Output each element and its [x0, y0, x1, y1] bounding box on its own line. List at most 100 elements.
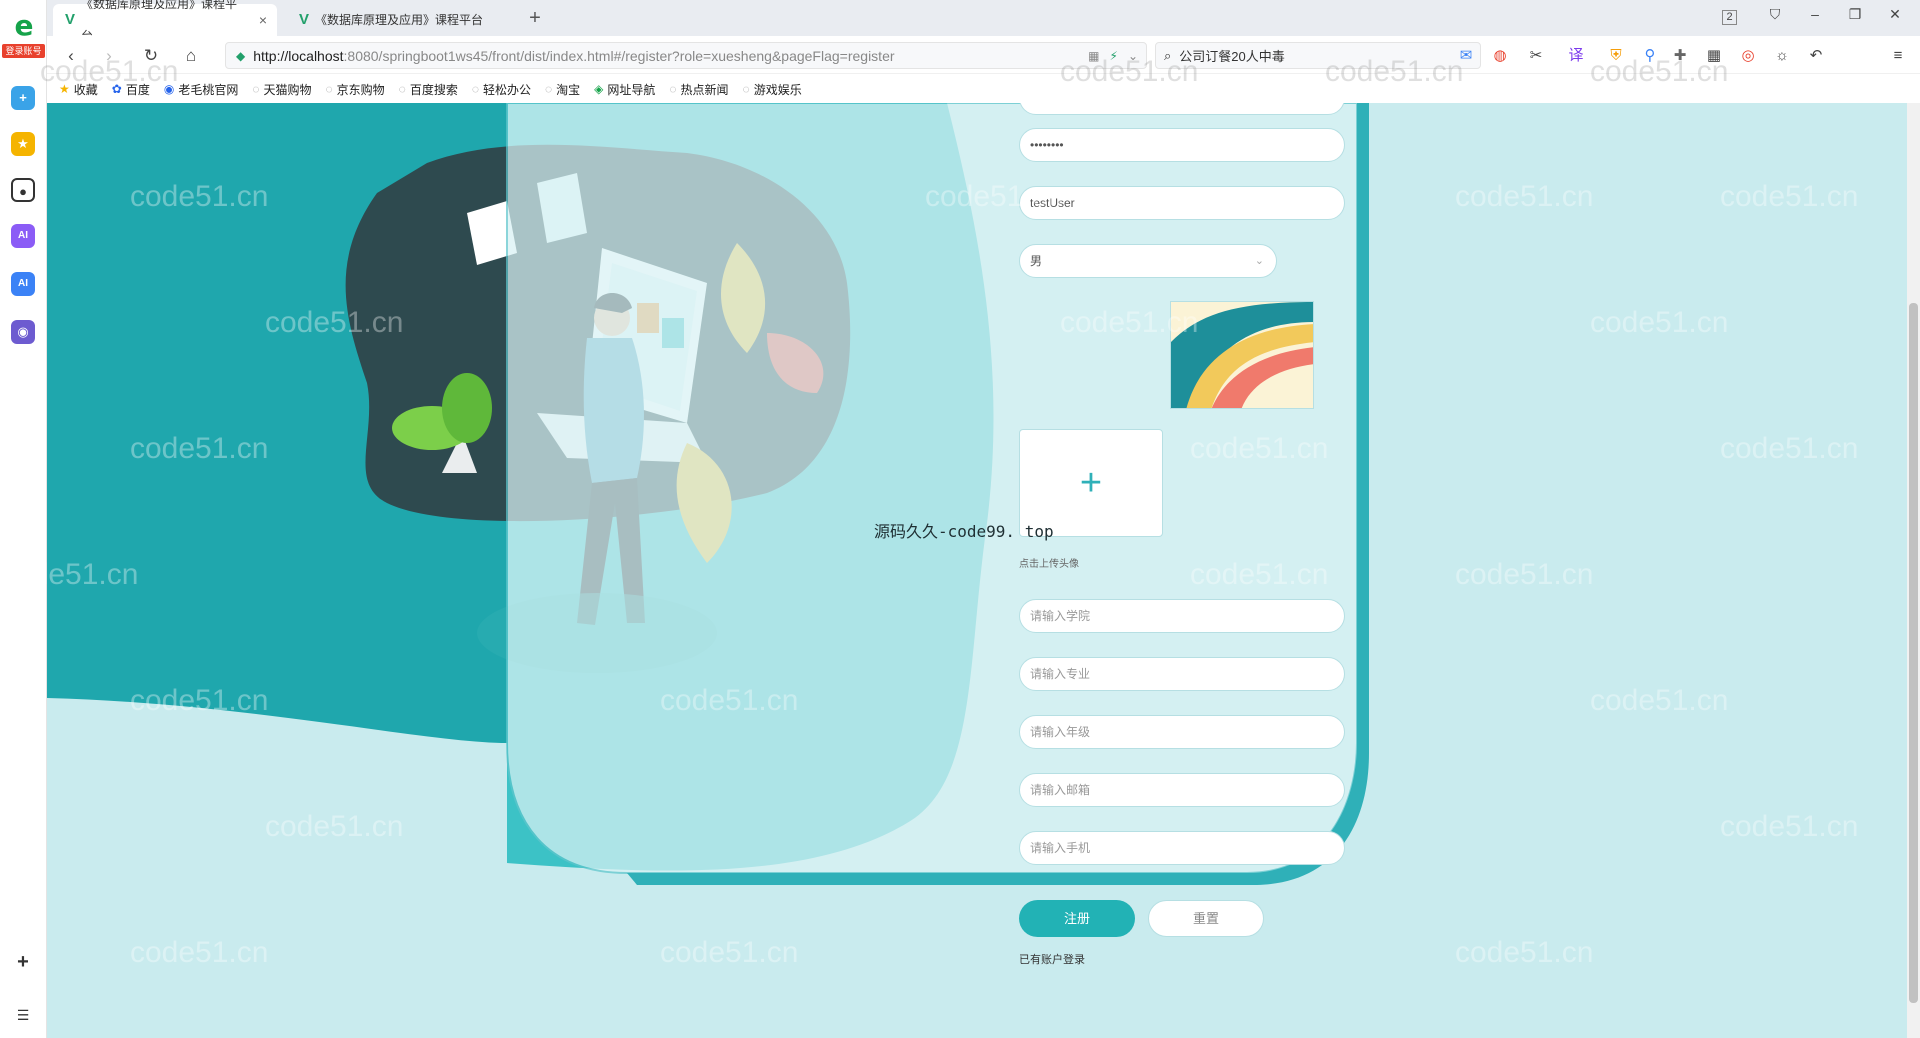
baidu-paw-icon: ✿	[111, 82, 122, 96]
tab-course-platform[interactable]: V 《数据库原理及应用》课程平台	[287, 4, 513, 36]
new-tab-button[interactable]: +	[521, 4, 549, 32]
bookmark-label: 百度搜索	[409, 82, 458, 97]
url-path: :8080/springboot1ws45/front/dist/index.h…	[343, 47, 895, 64]
search-icon: ⌕	[1164, 47, 1172, 63]
brightness-icon[interactable]: ☼	[1771, 45, 1793, 67]
bookmark-item[interactable]: ◌ 京东购物	[326, 81, 385, 98]
bookmark-label: 收藏	[73, 82, 98, 97]
register-button[interactable]: 注册	[1019, 900, 1135, 937]
plant-leaves-left-2	[442, 373, 492, 443]
sidebar-menu-icon[interactable]: ☰	[11, 1003, 35, 1027]
undo-icon[interactable]: ↶	[1805, 45, 1827, 67]
forward-icon[interactable]: ›	[97, 44, 121, 68]
window-counter[interactable]: 2	[1722, 10, 1737, 25]
browser-logo-icon: e	[14, 9, 34, 42]
magnifier-icon[interactable]: ⚲	[1639, 45, 1661, 67]
address-bar[interactable]: ◆ http://localhost:8080/springboot1ws45/…	[225, 42, 1147, 69]
name-field[interactable]: testUser	[1019, 186, 1345, 220]
shirt-skin-icon[interactable]: ⛉	[1761, 6, 1789, 23]
bookmark-label: 热点新闻	[680, 82, 729, 97]
page-scrollbar[interactable]	[1907, 103, 1920, 1038]
globe-icon: ◌	[398, 82, 406, 96]
tab-course-platform-active[interactable]: V 《数据库原理及应用》课程平台 ×	[53, 0, 277, 43]
login-link[interactable]: 已有账户登录	[1019, 951, 1085, 967]
bookmark-label: 天猫购物	[263, 82, 312, 97]
reset-button[interactable]: 重置	[1148, 900, 1264, 937]
restore-icon[interactable]: ❐	[1841, 6, 1869, 23]
add-sidebar-item-icon[interactable]: +	[11, 950, 35, 974]
vue-logo-icon: V	[65, 11, 76, 28]
phone-input[interactable]: 请输入手机	[1019, 831, 1345, 865]
bookmark-item[interactable]: ★ 收藏	[59, 81, 98, 98]
bookmark-label: 淘宝	[556, 82, 581, 97]
close-tab-icon[interactable]: ×	[259, 4, 267, 36]
reload-icon[interactable]: ↻	[139, 44, 163, 68]
scissors-icon[interactable]: ✂	[1525, 45, 1547, 67]
dropdown-chevron-icon[interactable]: ⌄	[1128, 49, 1138, 63]
home-icon[interactable]: ⌂	[179, 44, 203, 68]
avatar-image	[1171, 302, 1313, 408]
bookmark-item[interactable]: ◉ 老毛桃官网	[164, 81, 239, 98]
bookmark-label: 轻松办公	[482, 82, 531, 97]
search-box[interactable]: ⌕ 公司订餐20人中毒	[1155, 42, 1481, 69]
page-viewport: •••••••• testUser 男 ⌄ + 点击上传头像 请输入学院 请输入…	[47, 103, 1907, 1038]
close-window-icon[interactable]: ✕	[1881, 6, 1909, 23]
weibo-icon[interactable]: ◍	[1489, 45, 1511, 67]
gender-value: 男	[1030, 254, 1043, 268]
login-account-badge[interactable]: 登录账号	[2, 44, 45, 58]
nav-compass-icon: ◈	[594, 82, 604, 96]
bookmark-label: 网址导航	[607, 82, 656, 97]
globe-icon: ◌	[742, 82, 750, 96]
account-field[interactable]	[1019, 103, 1345, 115]
chevron-down-icon: ⌄	[1254, 255, 1264, 267]
email-input[interactable]: 请输入邮箱	[1019, 773, 1345, 807]
qr-code-icon[interactable]: ▦	[1088, 49, 1099, 63]
globe-icon: ◌	[252, 82, 260, 96]
bookmark-label: 游戏娱乐	[753, 82, 802, 97]
menu-icon[interactable]: ≡	[1887, 45, 1909, 67]
back-icon[interactable]: ‹	[59, 44, 83, 68]
bookmark-label: 老毛桃官网	[178, 82, 239, 97]
url-text: http://localhost:8080/springboot1ws45/fr…	[253, 48, 1013, 64]
shield-extension-icon[interactable]: ⛨	[1605, 45, 1627, 67]
scrollbar-thumb[interactable]	[1909, 303, 1918, 1003]
bookmark-item[interactable]: ◌ 游戏娱乐	[743, 81, 802, 98]
bookmark-label: 百度	[125, 82, 150, 97]
bookmark-item[interactable]: ◈ 网址导航	[594, 81, 655, 98]
tab-title: 《数据库原理及应用》课程平台	[315, 13, 484, 27]
globe-icon: ◌	[471, 82, 479, 96]
globe-icon: ◌	[544, 82, 553, 96]
chat-bot-icon[interactable]: ●	[11, 178, 35, 202]
add-app-icon[interactable]: +	[11, 86, 35, 110]
favorites-star-icon[interactable]: ★	[11, 132, 35, 156]
lightning-icon[interactable]: ⚡	[1110, 49, 1118, 63]
college-input[interactable]: 请输入学院	[1019, 599, 1345, 633]
translate-icon[interactable]: 译	[1565, 45, 1587, 67]
mail-icon[interactable]: ✉	[1455, 45, 1477, 67]
grade-input[interactable]: 请输入年级	[1019, 715, 1345, 749]
globe-icon: ◌	[325, 82, 333, 96]
star-icon: ★	[59, 82, 70, 96]
bookmark-item[interactable]: ✿ 百度	[112, 81, 150, 98]
gender-select[interactable]: 男 ⌄	[1019, 244, 1277, 278]
tab-strip: V 《数据库原理及应用》课程平台 × V 《数据库原理及应用》课程平台 + 2 …	[47, 0, 1920, 43]
minimize-icon[interactable]: –	[1801, 6, 1829, 22]
major-input[interactable]: 请输入专业	[1019, 657, 1345, 691]
bookmarks-bar: ★ 收藏 ✿ 百度 ◉ 老毛桃官网 ◌ 天猫购物 ◌ 京东购物 ◌ 百度搜索 ◌ 轻松办公 ◌…	[47, 75, 1920, 103]
color-wheel-icon[interactable]: ◎	[1737, 45, 1759, 67]
password-field[interactable]: ••••••••	[1019, 128, 1345, 162]
ai-assistant-icon[interactable]: AI	[11, 224, 35, 248]
bookmark-item[interactable]: ◌ 淘宝	[545, 81, 580, 98]
bookmark-item[interactable]: ◌ 轻松办公	[472, 81, 531, 98]
bookmark-item[interactable]: ◌ 百度搜索	[399, 81, 458, 98]
ai-tool-icon[interactable]: AI	[11, 272, 35, 296]
extensions-icon[interactable]: ✚	[1669, 45, 1691, 67]
search-text: 公司订餐20人中毒	[1179, 49, 1285, 64]
bookmark-item[interactable]: ◌ 热点新闻	[669, 81, 728, 98]
apps-grid-icon[interactable]: ▦	[1703, 45, 1725, 67]
url-host: http://localhost	[253, 47, 344, 64]
overlay-watermark-text: 源码久久-code99. top	[874, 522, 1054, 541]
mascot-icon[interactable]: ◉	[11, 320, 35, 344]
address-toolbar: ‹ › ↻ ⌂ ◆ http://localhost:8080/springbo…	[47, 36, 1920, 74]
bookmark-item[interactable]: ◌ 天猫购物	[252, 81, 311, 98]
